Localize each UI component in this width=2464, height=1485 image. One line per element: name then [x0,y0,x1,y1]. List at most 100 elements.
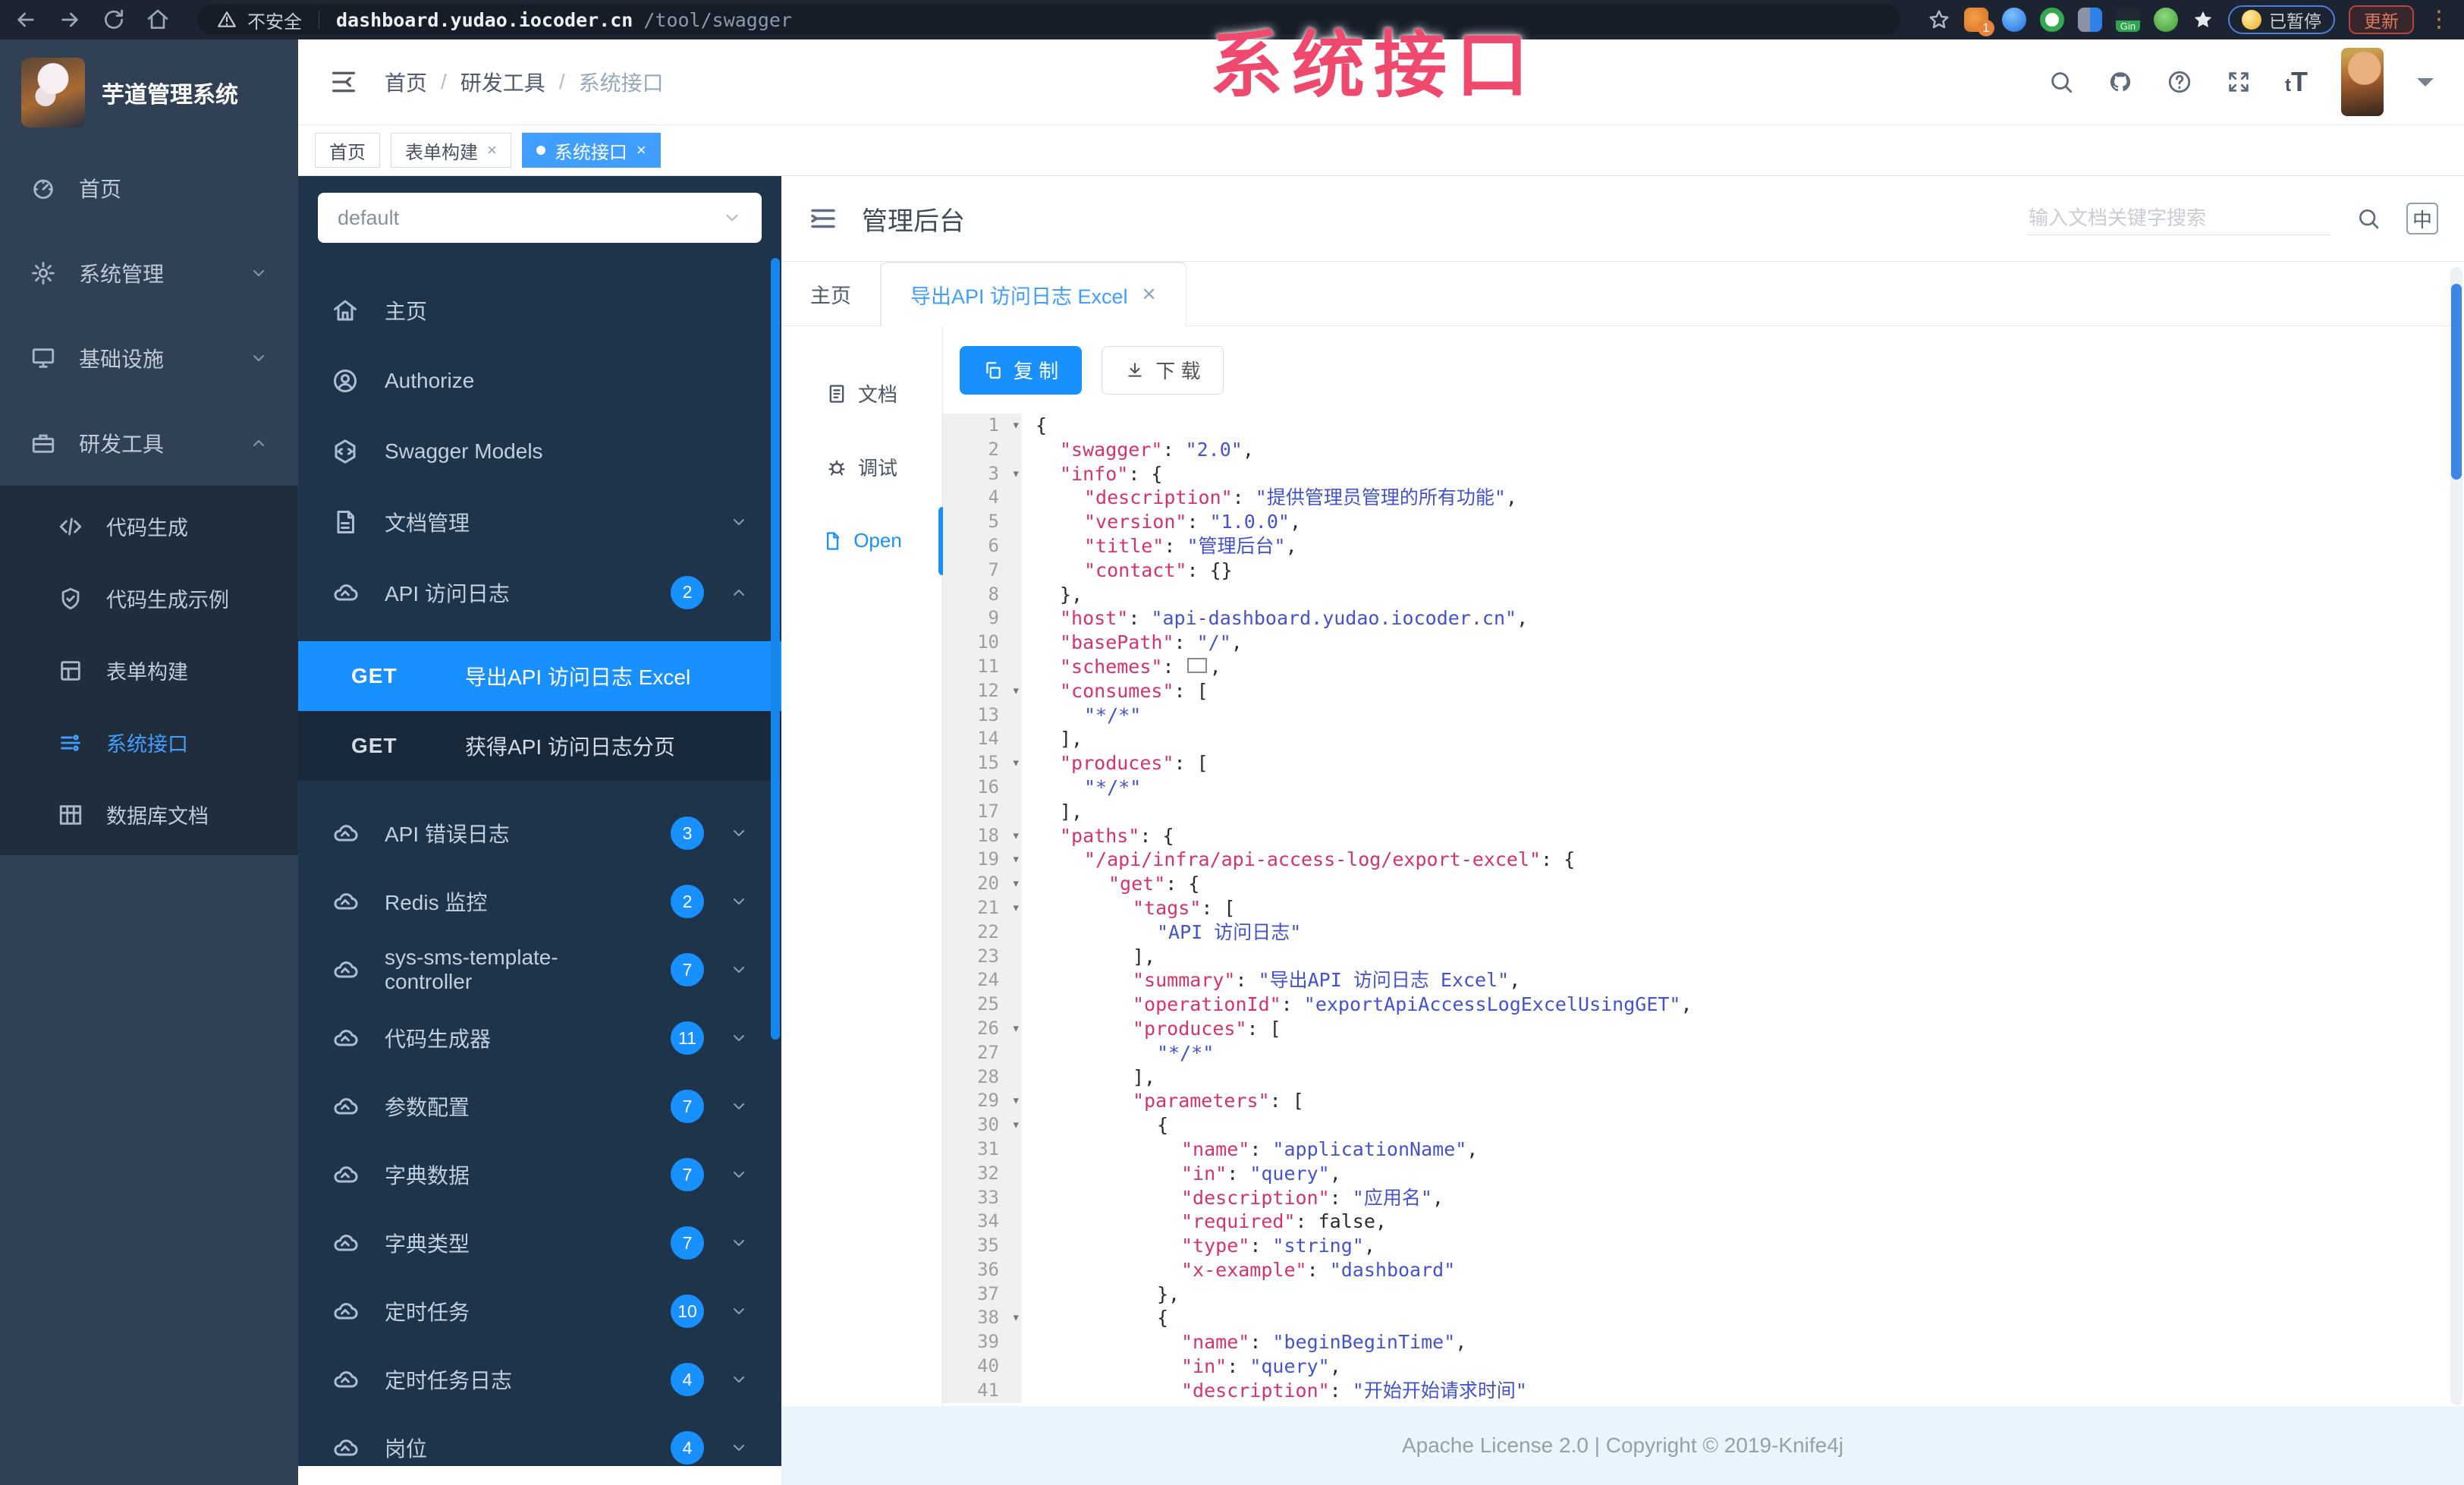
fold-caret-icon[interactable]: ▾ [1012,896,1020,920]
close-tag-icon[interactable]: × [487,140,497,160]
sidebar-subitem-数据库文档[interactable]: 数据库文档 [0,779,298,851]
swagger-nav-Swagger Models[interactable]: Swagger Models [298,416,781,486]
search-icon[interactable] [2048,69,2074,95]
api-group-定时任务日志[interactable]: 定时任务日志 4 [298,1345,781,1414]
gin-extension-icon[interactable]: Gin [2116,8,2140,32]
api-group-参数配置[interactable]: 参数配置 7 [298,1072,781,1140]
swagger-nav-文档管理[interactable]: 文档管理 [298,486,781,557]
api-group-字典类型[interactable]: 字典类型 7 [298,1209,781,1277]
github-icon[interactable] [2107,69,2133,95]
font-size-icon[interactable]: tT [2285,66,2308,98]
language-toggle[interactable]: 中 [2406,203,2438,234]
side-tab-Open[interactable]: Open [781,504,946,577]
reload-icon[interactable] [102,8,126,32]
sidebar-subitem-代码生成示例[interactable]: 代码生成示例 [0,562,298,634]
view-tag-系统接口[interactable]: 系统接口 × [521,133,661,168]
bookmark-star-icon[interactable] [1928,8,1950,31]
fold-caret-icon[interactable]: ▾ [1012,1017,1020,1041]
leaf-extension-icon[interactable] [2154,8,2178,32]
help-icon[interactable] [2167,69,2192,95]
location-pin-extension-icon[interactable] [2002,8,2026,32]
doc-tab-导出API 访问日志 Excel[interactable]: 导出API 访问日志 Excel ✕ [881,262,1186,326]
sidebar-item-研发工具[interactable]: 研发工具 [0,401,298,486]
browser-menu-icon[interactable]: ⋮ [2428,8,2450,31]
breadcrumb-item[interactable]: 研发工具 [460,67,545,97]
swagger-nav-主页[interactable]: 主页 [298,275,781,345]
code-line: 26 ▾ "produces": [ [943,1016,2464,1041]
api-group-select[interactable]: default [318,193,762,243]
fold-caret-icon[interactable]: ▾ [1012,462,1020,486]
sidebar-item-首页[interactable]: 首页 [0,146,298,231]
swagger-nav-Authorize[interactable]: Authorize [298,345,781,416]
close-tag-icon[interactable]: × [636,140,646,160]
operation-获得API 访问日志分页[interactable]: GET 获得API 访问日志分页 [298,711,781,781]
doc-search-icon[interactable] [2356,206,2381,231]
breadcrumb: 首页 / 研发工具 / 系统接口 [385,67,664,97]
sidebar-collapse-icon[interactable] [328,67,359,97]
address-bar[interactable]: 不安全 dashboard.yudao.iocoder.cn /tool/swa… [197,5,1900,35]
line-number: 19 ▾ [943,848,1022,873]
insecure-warning-icon[interactable] [217,10,237,30]
url-path[interactable]: /tool/swagger [643,9,792,31]
api-group-字典数据[interactable]: 字典数据 7 [298,1140,781,1209]
extensions-pinwheel-icon[interactable] [2192,8,2214,31]
side-tab-调试[interactable]: 调试 [781,430,942,504]
api-group-label: 定时任务日志 [385,1369,513,1392]
fold-caret-icon[interactable]: ▾ [1012,751,1020,776]
app-logo[interactable]: 芋道管理系统 [0,39,298,146]
view-tag-表单构建[interactable]: 表单构建 × [391,133,511,168]
fold-caret-icon[interactable]: ▾ [1012,872,1020,896]
page-scrollbar-thumb[interactable] [2451,284,2462,480]
side-tab-文档[interactable]: 文档 [781,357,942,430]
fold-caret-icon[interactable]: ▾ [1012,1089,1020,1113]
folded-array-box[interactable] [1186,657,1207,673]
adblock-extension-icon[interactable] [2040,8,2064,32]
sidebar-subitem-表单构建[interactable]: 表单构建 [0,634,298,706]
doc-collapse-icon[interactable] [807,203,839,234]
url-host[interactable]: dashboard.yudao.iocoder.cn [336,9,633,31]
api-group-sys-sms-template-controller[interactable]: sys-sms-template-controller 7 [298,936,781,1004]
back-icon[interactable] [14,8,38,32]
app-sidebar: 芋道管理系统 首页 系统管理 基础设施 研发工具 代码生成 代码生成示例 表单构建 系统接口数… [0,39,298,1485]
fold-caret-icon[interactable]: ▾ [1012,848,1020,872]
user-avatar[interactable] [2341,48,2384,116]
page-scrollbar[interactable] [2450,267,2462,1405]
close-doc-tab-icon[interactable]: ✕ [1142,284,1157,306]
fold-caret-icon[interactable]: ▾ [1012,824,1020,848]
code-editor[interactable]: 1 ▾{2 "swagger": "2.0", 3 ▾ "info": {4 "descri… [943,414,2464,1406]
update-button[interactable]: 更新 [2349,5,2414,34]
operation-导出API 访问日志 Excel[interactable]: GET 导出API 访问日志 Excel [298,641,781,711]
avatar-caret-icon[interactable] [2417,78,2434,95]
swagger-nav-label: Swagger Models [385,439,543,463]
api-group-定时任务[interactable]: 定时任务 10 [298,1277,781,1345]
extension-puzzle-icon[interactable]: 1 [1964,8,1994,36]
doc-tab-主页[interactable]: 主页 [781,262,881,326]
view-tag-首页[interactable]: 首页 [315,133,380,168]
api-group-API 错误日志[interactable]: API 错误日志 3 [298,799,781,867]
operation-label: 获得API 访问日志分页 [465,735,675,759]
api-group-代码生成器[interactable]: 代码生成器 11 [298,1004,781,1072]
security-label[interactable]: 不安全 [247,7,302,33]
swagger-scrollbar[interactable] [771,258,780,1040]
sidebar-item-系统管理[interactable]: 系统管理 [0,231,298,316]
sidebar-subitem-系统接口[interactable]: 系统接口 [0,706,298,779]
api-group-Redis 监控[interactable]: Redis 监控 2 [298,867,781,936]
api-group-岗位[interactable]: 岗位 4 [298,1414,781,1466]
sidebar-subitem-代码生成[interactable]: 代码生成 [0,490,298,562]
fold-caret-icon[interactable]: ▾ [1012,414,1020,438]
code-line: 23], [943,944,2464,969]
forward-icon[interactable] [58,8,82,32]
fold-caret-icon[interactable]: ▾ [1012,1113,1020,1137]
fullscreen-icon[interactable] [2226,69,2252,95]
profile-paused-pill[interactable]: 已暂停 [2228,5,2335,34]
tabs-grid-extension-icon[interactable] [2078,8,2102,32]
swagger-nav-API 访问日志[interactable]: API 访问日志 2 [298,557,781,628]
copy-button[interactable]: 复 制 [960,345,1083,395]
doc-search-input[interactable] [2029,206,2329,230]
download-button[interactable]: 下 载 [1102,345,1224,395]
sidebar-item-基础设施[interactable]: 基础设施 [0,316,298,401]
breadcrumb-item[interactable]: 首页 [385,67,427,97]
home-icon[interactable] [146,8,170,32]
fold-caret-icon[interactable]: ▾ [1012,679,1020,703]
fold-caret-icon[interactable]: ▾ [1012,1306,1020,1330]
